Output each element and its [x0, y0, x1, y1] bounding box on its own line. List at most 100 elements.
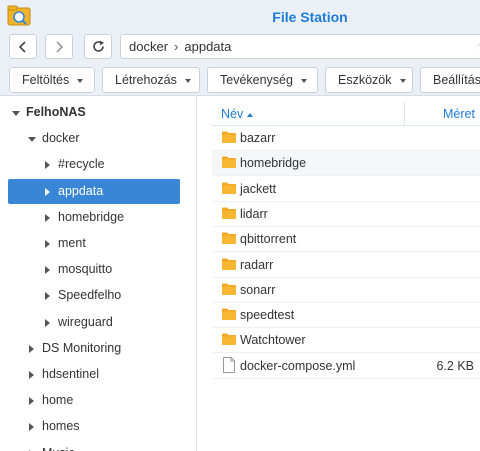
- file-name: lidarr: [240, 206, 268, 221]
- path-bar[interactable]: docker›appdata ★: [120, 34, 480, 59]
- tree-item-label: #recycle: [58, 157, 105, 172]
- toolbar: Feltöltés Létrehozás Tevékenység Eszközö…: [0, 62, 480, 96]
- folder-row[interactable]: radarr: [212, 253, 480, 278]
- folder-icon: [221, 332, 237, 349]
- column-size-header[interactable]: Méret: [443, 107, 475, 121]
- folder-row[interactable]: homebridge: [212, 151, 480, 177]
- tree-item[interactable]: mosquitto: [0, 257, 196, 282]
- tree-item-label: home: [42, 393, 74, 408]
- tree-item-label: DS Monitoring: [42, 340, 122, 355]
- tree-item-label: wireguard: [58, 314, 113, 329]
- caret-down-icon: [184, 78, 191, 83]
- column-divider[interactable]: [404, 102, 405, 126]
- folder-row[interactable]: speedtest: [212, 303, 480, 329]
- navigation-bar: docker›appdata ★: [0, 32, 480, 62]
- collapsed-arrow-icon[interactable]: [45, 266, 50, 275]
- sort-ascending-icon: [247, 112, 254, 117]
- tree-item-label: hdsentinel: [42, 367, 99, 381]
- folder-icon: [221, 282, 237, 299]
- folder-icon: [221, 231, 237, 248]
- tree-item[interactable]: #recycle: [0, 152, 196, 177]
- refresh-button[interactable]: [84, 34, 112, 59]
- folder-icon: [221, 307, 237, 324]
- column-header: Név Méret: [212, 102, 480, 126]
- collapsed-arrow-icon[interactable]: [45, 161, 50, 170]
- tree-item[interactable]: ment: [0, 231, 196, 256]
- action-button[interactable]: Tevékenység: [207, 67, 318, 93]
- column-name-header[interactable]: Név: [221, 107, 254, 121]
- expanded-arrow-icon[interactable]: [12, 111, 20, 116]
- path-separator: ›: [174, 39, 179, 54]
- file-row[interactable]: docker-compose.yml 6.2 KB: [212, 354, 480, 379]
- collapsed-arrow-icon[interactable]: [45, 187, 50, 196]
- collapsed-arrow-icon[interactable]: [29, 371, 34, 379]
- collapsed-arrow-icon[interactable]: [29, 397, 34, 406]
- file-name: qbittorrent: [240, 232, 297, 247]
- file-name: homebridge: [240, 156, 307, 171]
- tree-item-label: docker: [42, 131, 80, 146]
- tree-item[interactable]: FelhoNAS: [0, 100, 196, 125]
- folder-icon: [221, 130, 237, 147]
- collapsed-arrow-icon[interactable]: [29, 344, 34, 353]
- folder-row[interactable]: lidarr: [212, 202, 480, 227]
- tree-item-label: ment: [58, 236, 86, 250]
- back-button[interactable]: [9, 34, 37, 59]
- create-button[interactable]: Létrehozás: [102, 67, 200, 93]
- path-segment-docker[interactable]: docker: [129, 39, 168, 54]
- folder-row[interactable]: sonarr: [212, 278, 480, 303]
- forward-button[interactable]: [45, 34, 73, 59]
- file-list: Név Méret bazarr homebridge jackett lidarr q…: [212, 96, 480, 451]
- collapsed-arrow-icon[interactable]: [29, 423, 34, 432]
- tree-item[interactable]: appdata: [8, 178, 180, 204]
- tools-button[interactable]: Eszközök: [325, 67, 413, 93]
- tree-item-label: Music: [42, 441, 75, 451]
- tree-item[interactable]: home: [0, 388, 196, 413]
- tree-item-label: Speedfelho: [58, 288, 122, 303]
- tree-item[interactable]: homebridge: [0, 205, 196, 230]
- file-icon: [222, 356, 236, 376]
- chevron-right-icon: [56, 41, 64, 53]
- window-title: File Station: [272, 9, 348, 25]
- collapsed-arrow-icon[interactable]: [45, 318, 50, 327]
- folder-icon: [221, 206, 237, 223]
- folder-icon: [221, 181, 237, 198]
- file-size: 6.2 KB: [436, 358, 474, 373]
- caret-down-icon: [77, 78, 84, 83]
- tree-item-label: appdata: [58, 183, 104, 198]
- path-segment-appdata[interactable]: appdata: [184, 39, 231, 54]
- settings-button[interactable]: Beállítás: [420, 67, 480, 93]
- folder-icon: [221, 155, 237, 172]
- tree-item-label: homebridge: [58, 209, 125, 224]
- file-name: bazarr: [240, 131, 276, 145]
- file-name: sonarr: [240, 282, 276, 297]
- collapsed-arrow-icon[interactable]: [45, 213, 50, 222]
- folder-tree: FelhoNAS docker #recycle appdata homebridge m…: [0, 96, 197, 451]
- tree-item[interactable]: hdsentinel: [0, 362, 196, 387]
- collapsed-arrow-icon[interactable]: [45, 240, 50, 248]
- tree-item[interactable]: DS Monitoring: [0, 336, 196, 361]
- chevron-left-icon: [18, 41, 26, 53]
- caret-down-icon: [399, 78, 406, 83]
- tree-item[interactable]: Music: [0, 441, 196, 451]
- file-name: speedtest: [240, 308, 295, 323]
- refresh-icon: [93, 40, 104, 52]
- tree-item[interactable]: wireguard: [0, 310, 196, 335]
- caret-down-icon: [300, 78, 307, 83]
- folder-row[interactable]: jackett: [212, 177, 480, 202]
- file-name: radarr: [240, 257, 274, 272]
- file-name: jackett: [240, 181, 277, 196]
- folder-row[interactable]: qbittorrent: [212, 227, 480, 253]
- tree-item-label: mosquitto: [58, 262, 113, 277]
- tree-item[interactable]: docker: [0, 126, 196, 151]
- tree-item-label: FelhoNAS: [26, 105, 86, 119]
- folder-row[interactable]: bazarr: [212, 126, 480, 151]
- tree-item[interactable]: homes: [0, 414, 196, 439]
- tree-item-label: homes: [42, 419, 80, 434]
- file-name: docker-compose.yml: [240, 358, 356, 373]
- tree-item[interactable]: Speedfelho: [0, 283, 196, 308]
- folder-row[interactable]: Watchtower: [212, 328, 480, 354]
- collapsed-arrow-icon[interactable]: [45, 292, 50, 301]
- title-bar: File Station: [0, 0, 480, 32]
- expanded-arrow-icon[interactable]: [28, 137, 36, 143]
- upload-button[interactable]: Feltöltés: [9, 67, 95, 93]
